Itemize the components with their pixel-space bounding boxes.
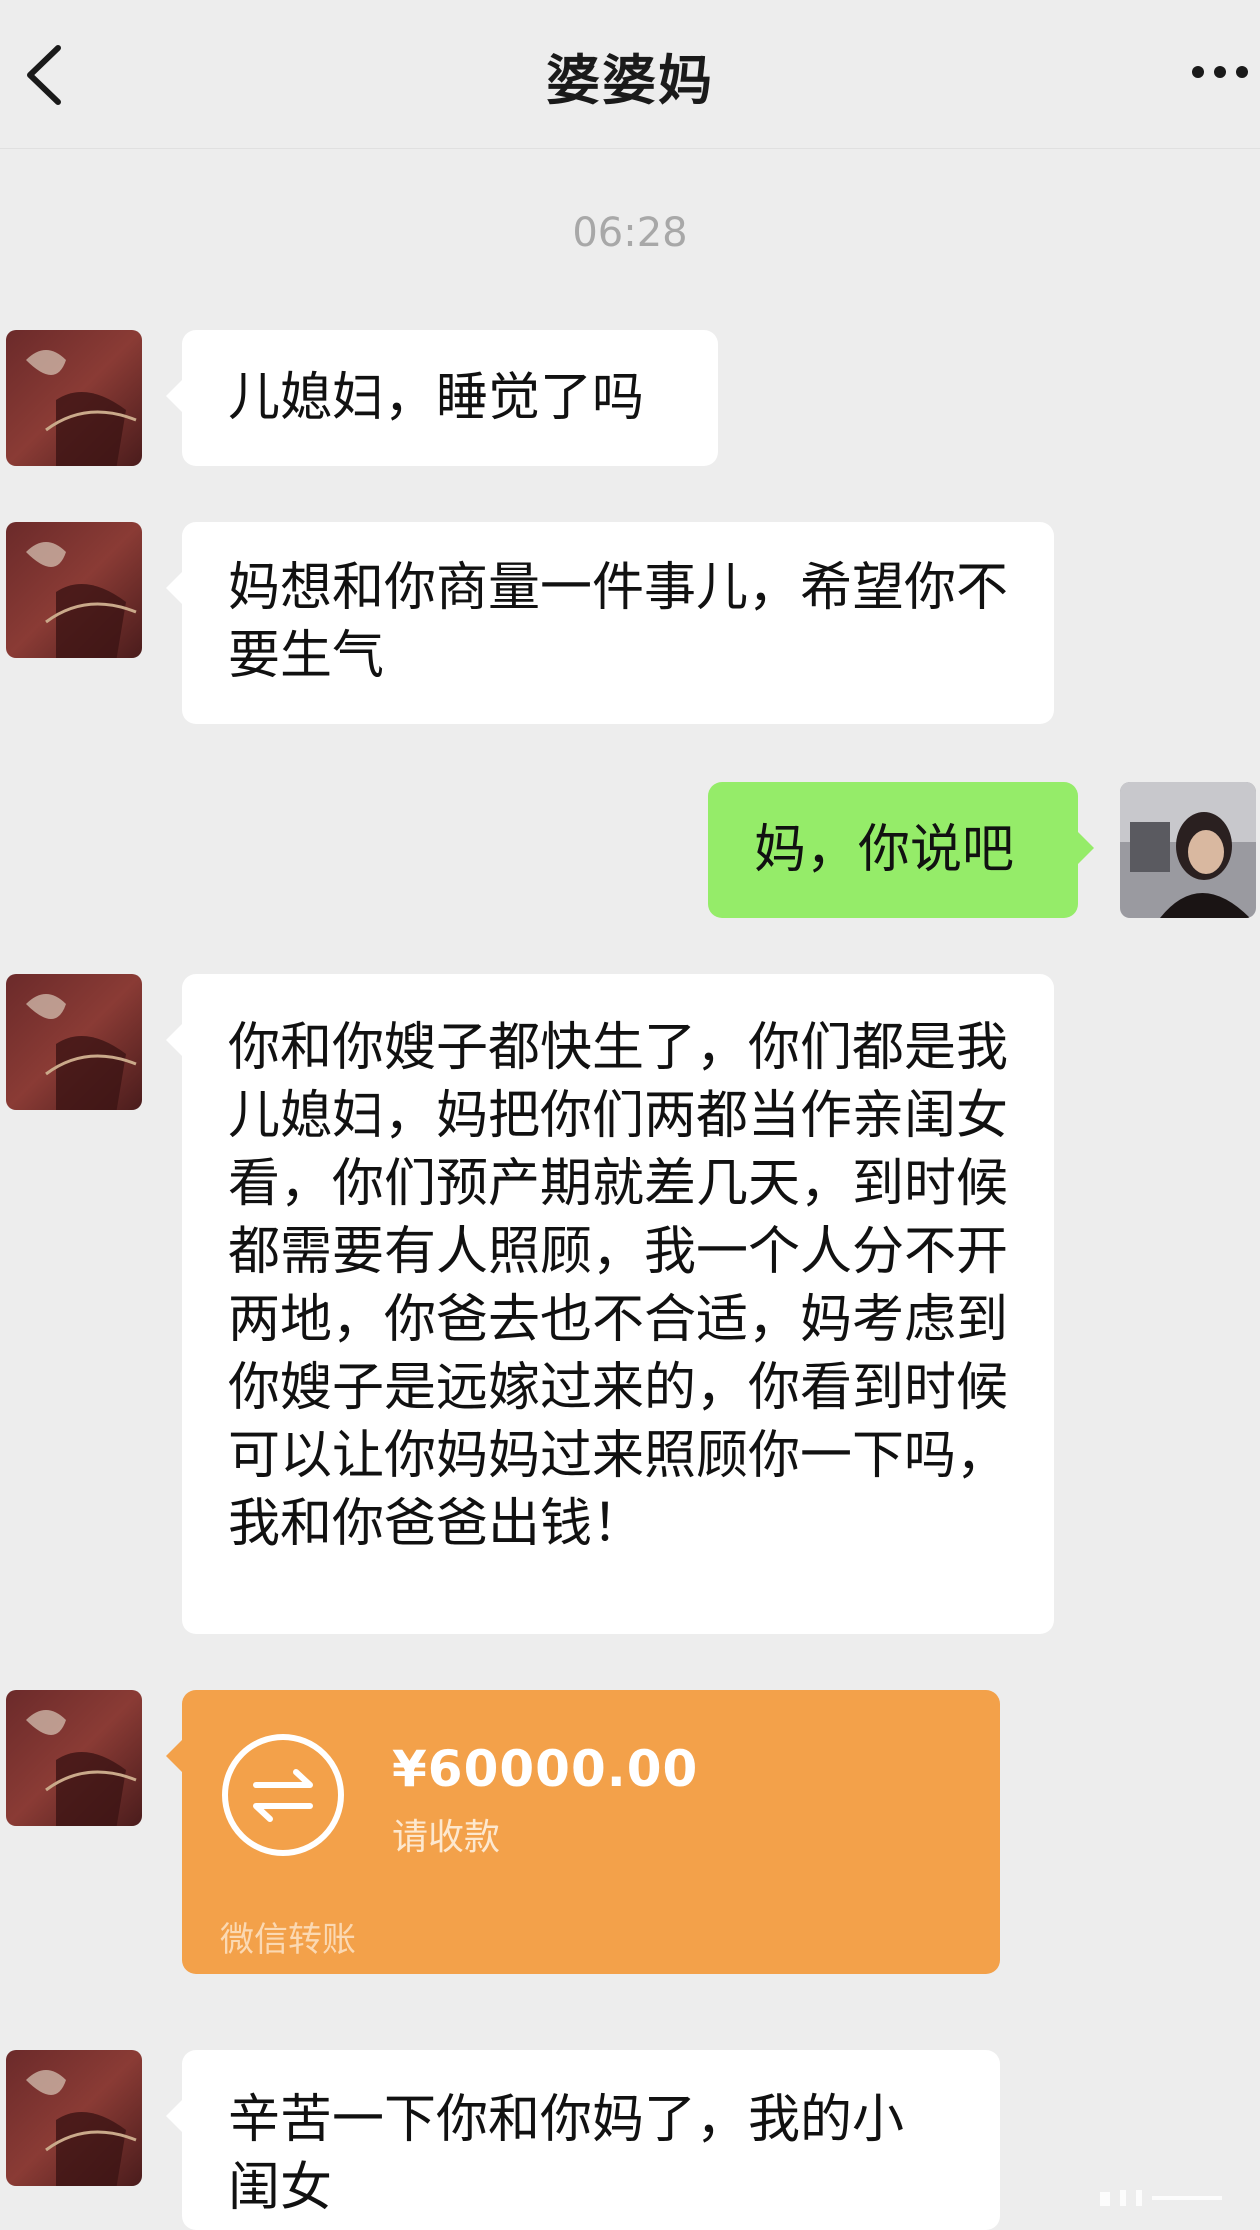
user-avatar[interactable] xyxy=(1120,782,1256,918)
message-bubble[interactable]: 你和你嫂子都快生了，你们都是我儿媳妇，妈把你们两都当作亲闺女看，你们预产期就差几… xyxy=(166,974,1054,1634)
message-text: 你和你嫂子都快生了，你们都是我儿媳妇，妈把你们两都当作亲闺女看，你们预产期就差几… xyxy=(228,1018,1009,1554)
transfer-status: 请收款 xyxy=(392,1817,501,1858)
message-bubble[interactable]: 儿媳妇，睡觉了吗 xyxy=(166,330,718,466)
contact-avatar[interactable] xyxy=(6,522,142,658)
message-timestamp: 06:28 xyxy=(572,210,688,256)
contact-avatar[interactable] xyxy=(6,974,142,1110)
message-bubble-outgoing[interactable]: 妈，你说吧 xyxy=(708,782,1094,918)
transfer-card[interactable]: ¥60000.00 请收款 微信转账 xyxy=(166,1690,1000,1974)
contact-avatar[interactable] xyxy=(6,2050,142,2186)
transfer-footer-label: 微信转账 xyxy=(220,1920,356,1960)
transfer-amount: ¥60000.00 xyxy=(392,1740,699,1798)
contact-avatar[interactable] xyxy=(6,330,142,466)
message-bubble[interactable]: 妈想和你商量一件事儿，希望你不要生气 xyxy=(166,522,1054,724)
message-text: 辛苦一下你和你妈了，我的小闺女 xyxy=(228,2090,905,2218)
message-text: 妈想和你商量一件事儿，希望你不要生气 xyxy=(228,558,1009,686)
message-text: 妈，你说吧 xyxy=(754,820,1015,880)
transfer-arrows-icon xyxy=(222,1734,344,1856)
message-bubble[interactable]: 辛苦一下你和你妈了，我的小闺女 xyxy=(166,2050,1000,2230)
chat-title: 婆婆妈 xyxy=(546,49,714,112)
chat-header: 婆婆妈 xyxy=(0,0,1260,149)
more-dots-icon[interactable] xyxy=(1180,52,1260,92)
message-text: 儿媳妇，睡觉了吗 xyxy=(228,368,645,428)
watermark-mark-icon xyxy=(1100,2190,1222,2206)
contact-avatar[interactable] xyxy=(6,1690,142,1826)
